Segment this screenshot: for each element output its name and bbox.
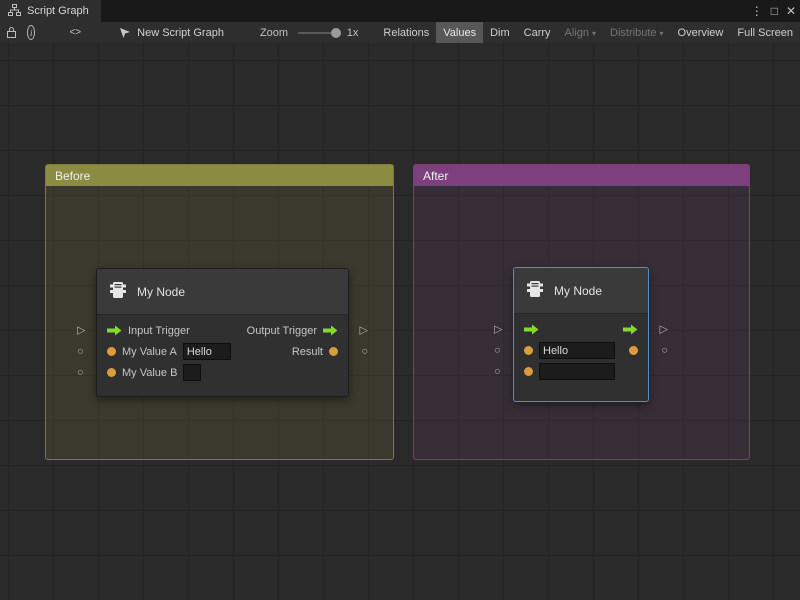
overview-label: Overview <box>678 27 724 39</box>
window-controls: ⋮ □ ✕ <box>751 0 796 22</box>
graph-canvas[interactable]: Before After My Node <box>0 43 800 600</box>
dim-button[interactable]: Dim <box>483 22 517 43</box>
group-after-title: After <box>423 169 448 183</box>
node-title: My Node <box>554 284 602 298</box>
value-a-label: My Value A <box>122 346 177 358</box>
close-icon[interactable]: ✕ <box>786 0 796 22</box>
node-header[interactable]: My Node <box>97 269 348 315</box>
value-b-outer-port[interactable]: ○ <box>77 367 84 378</box>
graph-pointer-icon <box>119 22 131 43</box>
values-button[interactable]: Values <box>436 22 483 43</box>
value-b-label: My Value B <box>122 367 177 379</box>
output-trigger-outer-port[interactable]: ▷ <box>660 324 668 335</box>
input-trigger-label: Input Trigger <box>128 325 190 337</box>
graph-name-label: New Script Graph <box>137 27 224 39</box>
chevron-down-icon: ▾ <box>592 29 596 38</box>
node-header[interactable]: My Node <box>514 268 648 314</box>
lock-icon[interactable] <box>6 22 17 43</box>
distribute-button[interactable]: Distribute ▾ <box>603 22 670 43</box>
chevron-down-icon: ▾ <box>660 29 664 38</box>
value-a-port-icon[interactable] <box>524 346 533 355</box>
output-trigger-outer-port[interactable]: ▷ <box>360 325 368 336</box>
value-b-row: ○ My Value B <box>97 362 348 383</box>
node-body: ▷ Input Trigger Output Trigger ▷ ○ My Va… <box>97 315 348 396</box>
result-label: Result <box>292 346 323 358</box>
zoom-slider[interactable] <box>298 32 337 34</box>
values-label: Values <box>443 27 476 39</box>
kebab-menu-icon[interactable]: ⋮ <box>751 0 763 22</box>
zoom-label: Zoom <box>260 27 288 39</box>
value-b-port-icon[interactable] <box>107 368 116 377</box>
graph-toolbar: i <> New Script Graph Zoom 1x Relations … <box>0 22 800 44</box>
group-before-title: Before <box>55 169 90 183</box>
carry-button[interactable]: Carry <box>517 22 558 43</box>
node-my-node-before[interactable]: My Node ▷ Input Trigger Output Trigger ▷… <box>96 268 349 397</box>
align-button[interactable]: Align ▾ <box>558 22 603 43</box>
output-trigger-label: Output Trigger <box>247 325 317 337</box>
script-graph-icon <box>8 4 21 19</box>
tab-title: Script Graph <box>27 5 89 17</box>
unit-icon <box>525 279 545 302</box>
graph-name-group[interactable]: New Script Graph <box>119 22 224 43</box>
group-before-header[interactable]: Before <box>46 165 393 186</box>
value-a-row: ○ Hello ○ <box>514 340 648 361</box>
trigger-row: ▷ Input Trigger Output Trigger ▷ <box>97 320 348 341</box>
full-screen-button[interactable]: Full Screen <box>730 22 800 43</box>
group-after-header[interactable]: After <box>414 165 749 186</box>
value-b-input[interactable] <box>539 363 615 380</box>
result-port-icon[interactable] <box>329 347 338 356</box>
value-a-row: ○ My Value A Hello Result ○ <box>97 341 348 362</box>
maximize-icon[interactable]: □ <box>771 0 778 22</box>
relations-label: Relations <box>383 27 429 39</box>
code-icon[interactable]: <> <box>69 22 81 43</box>
overview-button[interactable]: Overview <box>671 22 731 43</box>
tab-script-graph[interactable]: Script Graph <box>0 0 101 22</box>
align-label: Align <box>565 27 589 39</box>
info-icon[interactable]: i <box>27 25 35 40</box>
input-trigger-port-icon[interactable] <box>107 325 122 336</box>
value-a-outer-port[interactable]: ○ <box>494 345 501 356</box>
value-a-outer-port[interactable]: ○ <box>77 346 84 357</box>
zoom-value: 1x <box>347 27 359 39</box>
node-body: ▷ ▷ ○ Hello ○ ○ <box>514 314 648 401</box>
trigger-row: ▷ ▷ <box>514 319 648 340</box>
output-trigger-port-icon[interactable] <box>323 325 338 336</box>
node-title: My Node <box>137 285 185 299</box>
tab-bar: Script Graph ⋮ □ ✕ <box>0 0 800 22</box>
input-trigger-outer-port[interactable]: ▷ <box>494 324 502 335</box>
value-a-input[interactable]: Hello <box>539 342 615 359</box>
output-trigger-port-icon[interactable] <box>623 324 638 335</box>
dim-label: Dim <box>490 27 510 39</box>
input-trigger-port-icon[interactable] <box>524 324 539 335</box>
node-my-node-after[interactable]: My Node ▷ ▷ ○ Hello ○ <box>513 267 649 402</box>
result-outer-port[interactable]: ○ <box>661 345 668 356</box>
value-b-input[interactable] <box>183 364 201 381</box>
unit-icon <box>108 280 128 303</box>
value-b-port-icon[interactable] <box>524 367 533 376</box>
relations-button[interactable]: Relations <box>376 22 436 43</box>
distribute-label: Distribute <box>610 27 656 39</box>
carry-label: Carry <box>524 27 551 39</box>
input-trigger-outer-port[interactable]: ▷ <box>77 325 85 336</box>
result-outer-port[interactable]: ○ <box>361 346 368 357</box>
full-screen-label: Full Screen <box>737 27 793 39</box>
result-port-icon[interactable] <box>629 346 638 355</box>
value-b-row: ○ <box>514 361 648 382</box>
value-a-input[interactable]: Hello <box>183 343 231 360</box>
value-a-port-icon[interactable] <box>107 347 116 356</box>
zoom-slider-knob[interactable] <box>331 28 341 38</box>
value-b-outer-port[interactable]: ○ <box>494 366 501 377</box>
